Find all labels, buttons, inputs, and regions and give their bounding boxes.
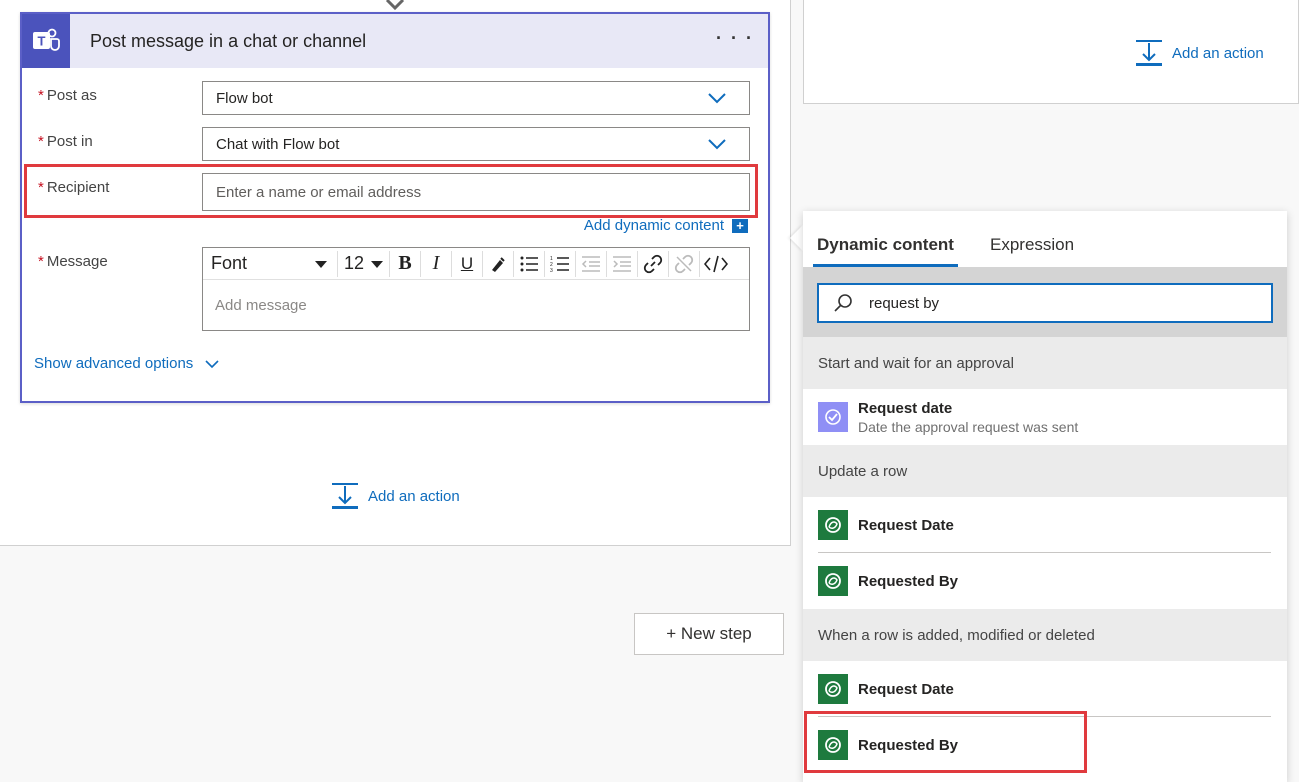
add-action-button-right[interactable]: Add an action xyxy=(1136,40,1264,66)
font-size-select[interactable]: 12 xyxy=(338,250,390,277)
show-advanced-options-link[interactable]: Show advanced options xyxy=(34,355,219,372)
add-dynamic-content-label: Add dynamic content xyxy=(583,217,724,234)
italic-icon[interactable]: I xyxy=(421,250,452,277)
group-header: Update a row xyxy=(803,445,1287,497)
list-item[interactable]: Request date Date the approval request w… xyxy=(803,389,1287,445)
increase-indent-icon[interactable] xyxy=(607,250,638,277)
dynamic-content-search-input[interactable]: request by xyxy=(817,283,1273,323)
flyout-tabs: Dynamic content Expression xyxy=(803,211,1287,267)
search-icon xyxy=(834,294,852,312)
bold-icon[interactable]: B xyxy=(390,250,421,277)
post-as-label: * Post as xyxy=(38,87,97,104)
decrease-indent-icon[interactable] xyxy=(576,250,607,277)
message-editor: Font 12 B I U 123 Add message xyxy=(202,247,750,331)
tab-dynamic-content[interactable]: Dynamic content xyxy=(813,235,958,267)
underline-icon[interactable]: U xyxy=(452,250,483,277)
dataverse-icon xyxy=(818,566,848,596)
post-in-select[interactable]: Chat with Flow bot xyxy=(202,127,750,161)
dataverse-icon xyxy=(818,674,848,704)
item-title: Request Date xyxy=(858,680,954,698)
list-item[interactable]: Requested By xyxy=(803,553,1287,609)
add-action-label: Add an action xyxy=(368,487,460,505)
show-advanced-label: Show advanced options xyxy=(34,355,194,372)
chevron-down-icon xyxy=(205,359,219,368)
scope-right-panel: Add an action xyxy=(803,0,1299,104)
search-band: request by xyxy=(803,267,1287,337)
flyout-pointer xyxy=(790,225,803,251)
numbered-list-icon[interactable]: 123 xyxy=(545,250,576,277)
teams-icon: T xyxy=(22,14,70,68)
svg-text:T: T xyxy=(38,34,46,49)
add-action-button[interactable]: Add an action xyxy=(332,483,460,509)
svg-text:3: 3 xyxy=(550,268,553,273)
dataverse-icon xyxy=(818,510,848,540)
message-body[interactable]: Add message xyxy=(203,280,749,331)
group-header: Start and wait for an approval xyxy=(803,337,1287,389)
item-title: Request Date xyxy=(858,516,954,534)
caret-down-icon xyxy=(371,260,383,268)
caret-down-icon xyxy=(315,260,327,268)
search-value: request by xyxy=(869,294,940,312)
add-action-icon xyxy=(1136,40,1162,66)
bullet-list-icon[interactable] xyxy=(514,250,545,277)
requested-by-highlight-box xyxy=(804,711,1087,773)
link-icon[interactable] xyxy=(638,250,669,277)
code-view-icon[interactable] xyxy=(700,251,731,277)
recipient-highlight-box xyxy=(24,164,758,218)
group-header: When a row is added, modified or deleted xyxy=(803,609,1287,661)
add-action-label: Add an action xyxy=(1172,44,1264,62)
font-select[interactable]: Font xyxy=(203,250,338,277)
list-item[interactable]: Request Date xyxy=(803,497,1287,553)
post-as-select[interactable]: Flow bot xyxy=(202,81,750,115)
more-options-icon[interactable]: · · · xyxy=(716,28,754,49)
item-title: Request date xyxy=(858,399,953,417)
editor-toolbar: Font 12 B I U 123 xyxy=(203,248,749,280)
list-item[interactable]: Request Date xyxy=(803,661,1287,717)
flow-arrow-icon xyxy=(385,0,405,11)
highlight-icon[interactable] xyxy=(483,250,514,277)
message-label: * Message xyxy=(38,253,108,270)
item-title: Requested By xyxy=(858,572,959,590)
unlink-icon[interactable] xyxy=(669,250,700,277)
approval-icon xyxy=(818,402,848,432)
new-step-button[interactable]: + New step xyxy=(634,613,784,655)
add-action-icon xyxy=(332,483,358,509)
tab-expression[interactable]: Expression xyxy=(986,235,1078,267)
card-header[interactable]: T Post message in a chat or channel · · … xyxy=(22,14,768,68)
plus-icon: + xyxy=(732,218,748,233)
add-dynamic-content-link[interactable]: Add dynamic content + xyxy=(584,217,748,234)
post-as-value: Flow bot xyxy=(216,89,273,107)
card-title: Post message in a chat or channel xyxy=(90,30,367,51)
item-desc: Date the approval request was sent xyxy=(858,418,1079,435)
dynamic-content-flyout: Dynamic content Expression request by St… xyxy=(803,211,1287,782)
chevron-down-icon xyxy=(708,93,726,104)
chevron-down-icon xyxy=(708,139,726,150)
post-in-value: Chat with Flow bot xyxy=(216,135,340,153)
post-in-label: * Post in xyxy=(38,133,93,150)
